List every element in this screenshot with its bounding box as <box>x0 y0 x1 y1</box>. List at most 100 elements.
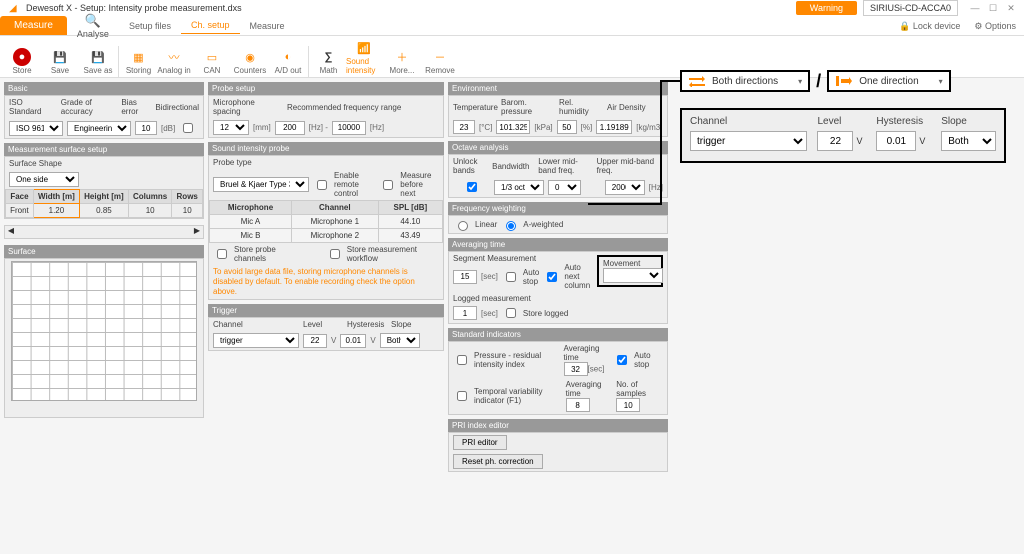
scroll-left-icon[interactable]: ◀ <box>5 226 17 238</box>
window-title: Dewesoft X - Setup: Intensity probe meas… <box>26 3 242 13</box>
hscrollbar[interactable]: ◀ ▶ <box>4 225 204 239</box>
mic-row-b[interactable]: Mic BMicrophone 243.49 <box>210 229 443 243</box>
std-autostop-checkbox[interactable] <box>617 355 627 365</box>
callout-level-input[interactable] <box>817 131 853 151</box>
env-header: Environment <box>448 82 668 95</box>
seg-time-input[interactable] <box>453 270 477 284</box>
dens-input[interactable] <box>596 120 632 134</box>
autostop-checkbox[interactable] <box>506 272 516 282</box>
subtab-measure[interactable]: Measure <box>240 18 295 34</box>
minimize-icon[interactable]: — <box>968 3 982 13</box>
tool-remove[interactable]: －Remove <box>422 46 458 77</box>
bias-label: Bias error <box>121 98 151 116</box>
options-link[interactable]: ⚙ Options <box>974 21 1016 32</box>
lock-device-link[interactable]: 🔒 Lock device <box>899 21 960 32</box>
trigger-channel-select[interactable]: trigger <box>213 333 299 348</box>
freq-hi-input[interactable] <box>332 121 366 135</box>
callout-hys-input[interactable] <box>876 131 916 151</box>
meas-surf-header: Measurement surface setup <box>4 143 204 156</box>
probe-type-select[interactable]: Bruel & Kjaer Type 3599 <box>213 177 309 192</box>
width-col-header[interactable]: Width [m] <box>33 190 79 204</box>
tool-sound-intensity[interactable]: 📶Sound intensity <box>346 37 382 77</box>
hum-input[interactable] <box>557 120 577 134</box>
tool-can[interactable]: ▭CAN <box>194 46 230 77</box>
one-direction-icon <box>835 74 853 88</box>
store-probe-checkbox[interactable] <box>217 249 227 259</box>
trigger-hys-input[interactable] <box>340 334 366 348</box>
both-directions-pill[interactable]: Both directions▾ <box>680 70 810 92</box>
grade-select[interactable]: Engineering <box>67 121 131 136</box>
both-directions-icon <box>688 74 706 88</box>
std-samples-input[interactable] <box>616 398 640 412</box>
tool-save-as[interactable]: 💾Save as <box>80 46 116 77</box>
temp-input[interactable] <box>453 120 475 134</box>
close-icon[interactable]: ✕ <box>1004 3 1018 14</box>
pri-checkbox[interactable] <box>457 355 467 365</box>
scroll-right-icon[interactable]: ▶ <box>191 226 203 238</box>
trigger-slope-select[interactable]: Both <box>380 333 420 348</box>
bidirectional-checkbox[interactable] <box>183 123 193 133</box>
sip-header: Sound intensity probe <box>208 142 444 155</box>
tool-counters[interactable]: ◉Counters <box>232 46 268 77</box>
unlock-bands-checkbox[interactable] <box>467 182 477 192</box>
lo-select[interactable]: 0 <box>548 180 581 195</box>
tab-measure[interactable]: Measure <box>0 16 67 35</box>
bias-input[interactable] <box>135 121 157 135</box>
trigger-detail-panel: Channel trigger Level V Hysteresis V Slo… <box>680 108 1006 163</box>
probe-setup-header: Probe setup <box>208 82 444 95</box>
callout-slope-select[interactable]: Both <box>941 131 996 151</box>
tool-store[interactable]: ●Store <box>4 46 40 77</box>
aweighted-radio[interactable] <box>506 221 516 231</box>
tool-math[interactable]: ∑Math <box>308 46 344 77</box>
maximize-icon[interactable]: ☐ <box>986 3 1000 14</box>
bw-select[interactable]: 1/3 octave <box>494 180 544 195</box>
linear-radio[interactable] <box>458 221 468 231</box>
std-avg2-input[interactable] <box>566 398 590 412</box>
search-icon: 🔍 <box>85 13 101 29</box>
store-workflow-checkbox[interactable] <box>330 249 340 259</box>
chevron-down-icon: ▾ <box>798 77 802 86</box>
tool-ad-out[interactable]: ◐A/D out <box>270 46 306 77</box>
reset-ph-button[interactable]: Reset ph. correction <box>453 454 543 469</box>
surface-grid <box>11 261 197 401</box>
press-input[interactable] <box>496 120 530 134</box>
tool-save[interactable]: 💾Save <box>42 46 78 77</box>
subtab-ch-setup[interactable]: Ch. setup <box>181 17 240 34</box>
store-warning: To avoid large data file, storing microp… <box>209 265 443 299</box>
tool-analog-in[interactable]: 〰Analog in <box>156 46 192 77</box>
device-label[interactable]: SIRIUSi-CD-ACCA0 <box>863 0 958 16</box>
iso-select[interactable]: ISO 9614-2 <box>9 121 63 136</box>
width-cell[interactable]: 1.20 <box>33 204 79 218</box>
movement-select[interactable] <box>603 268 663 283</box>
avg-header: Averaging time <box>448 238 668 251</box>
shape-select[interactable]: One side <box>9 172 79 187</box>
pri-editor-button[interactable]: PRI editor <box>453 435 507 450</box>
remote-checkbox[interactable] <box>317 180 327 190</box>
bidir-label: Bidirectional <box>155 103 199 112</box>
spacing-select[interactable]: 12 <box>213 120 249 135</box>
tool-storing[interactable]: ▦Storing <box>118 46 154 77</box>
freq-lo-input[interactable] <box>275 121 305 135</box>
autonext-checkbox[interactable] <box>547 272 557 282</box>
logged-input[interactable] <box>453 306 477 320</box>
tab-analyse[interactable]: Analyse <box>77 29 109 39</box>
tool-more[interactable]: ＋More... <box>384 46 420 77</box>
trigger-level-input[interactable] <box>303 334 327 348</box>
hi-select[interactable]: 20000 <box>605 180 645 195</box>
mic-row-a[interactable]: Mic AMicrophone 144.10 <box>210 215 443 229</box>
iso-label: ISO Standard <box>9 98 57 116</box>
store-logged-checkbox[interactable] <box>506 308 516 318</box>
std-avg-input[interactable] <box>564 362 588 376</box>
one-direction-pill[interactable]: One direction▾ <box>827 70 951 92</box>
std-header: Standard indicators <box>448 328 668 341</box>
tvi-checkbox[interactable] <box>457 391 467 401</box>
surface-header: Surface <box>4 245 204 258</box>
callout-channel-select[interactable]: trigger <box>690 131 807 151</box>
octave-header: Octave analysis <box>448 141 668 154</box>
app-logo: ◢ <box>6 1 20 15</box>
trigger-header: Trigger <box>208 304 444 317</box>
warning-button[interactable]: Warning <box>796 1 857 15</box>
chevron-down-icon: ▾ <box>939 77 943 86</box>
measure-before-checkbox[interactable] <box>383 180 393 190</box>
subtab-setup-files[interactable]: Setup files <box>119 18 181 34</box>
